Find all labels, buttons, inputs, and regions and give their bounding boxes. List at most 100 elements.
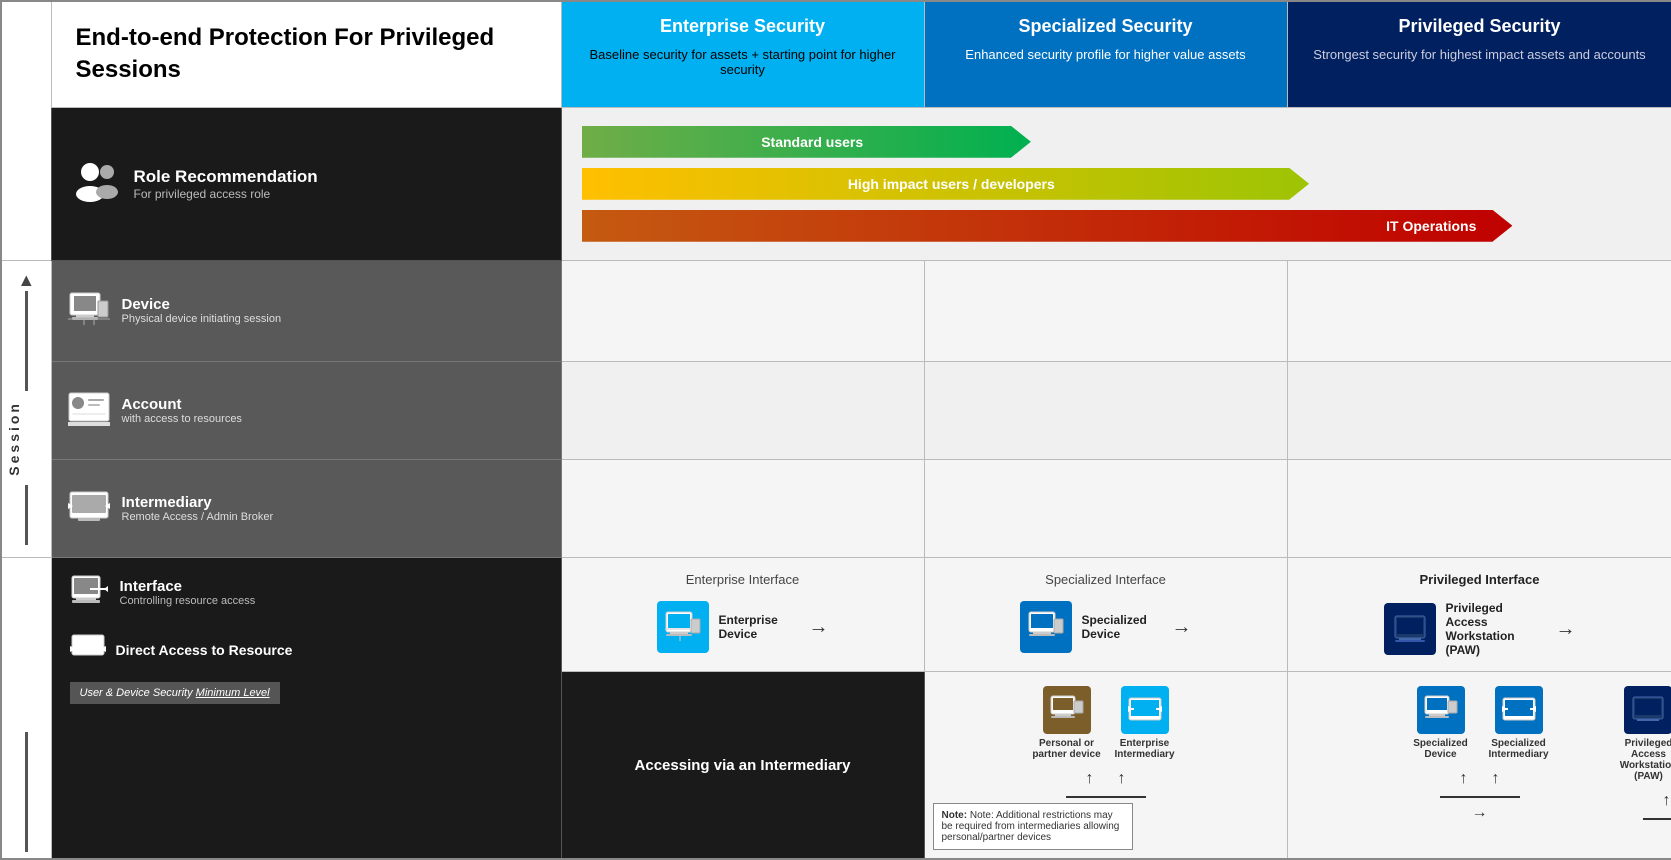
interface-header: Interface Controlling resource access: [52, 558, 561, 623]
intermediary-subtitle: Remote Access / Admin Broker: [122, 511, 274, 523]
enterprise-device-icon-box: [657, 601, 709, 653]
enterprise-arrow-right: →: [809, 616, 829, 639]
account-row: Account with access to resources: [1, 362, 1671, 460]
enterprise-header-desc: Baseline security for assets + starting …: [578, 47, 908, 77]
device-privileged-cell: [1287, 260, 1671, 361]
role-rec-subtitle: For privileged access role: [134, 187, 318, 201]
direct-access-icon: [70, 633, 106, 666]
privileged-header-title: Privileged Security: [1304, 16, 1656, 37]
spec-device-label: Specialized Device: [1406, 738, 1476, 760]
note-box: Note: Note: Additional restrictions may …: [933, 803, 1133, 850]
intermediary-privileged-cell: [1287, 460, 1671, 558]
it-ops-label: IT Operations: [582, 210, 1513, 242]
priv-paw-icon: [1624, 686, 1671, 734]
account-text: Account with access to resources: [122, 396, 242, 425]
specialized-interface-label: Specialized Interface: [939, 572, 1273, 587]
specialized-header-title: Specialized Security: [941, 16, 1271, 37]
interface-subtitle: Controlling resource access: [120, 595, 256, 607]
accessing-label-cell: Accessing via an Intermediary: [561, 672, 924, 860]
intermediary-title: Intermediary: [122, 494, 274, 511]
specialized-device-label: Specialized Device: [1082, 613, 1162, 641]
role-rec-cell: Role Recommendation For privileged acces…: [51, 107, 561, 260]
role-recommendation-row: Role Recommendation For privileged acces…: [1, 107, 1671, 260]
note-text: Note: Additional restrictions may be req…: [942, 810, 1120, 843]
specialized-device-row: Specialized Device →: [939, 601, 1273, 653]
device-category-cell: Device Physical device initiating sessio…: [51, 260, 561, 361]
standard-users-label: Standard users: [582, 126, 1031, 158]
accessing-title: Accessing via an Intermediary: [582, 757, 904, 774]
account-subtitle: with access to resources: [122, 413, 242, 425]
device-title: Device: [122, 296, 282, 313]
intermediary-specialized-cell: [924, 460, 1287, 558]
top-left-empty: [1, 1, 51, 107]
specialized-intermediary-cell: Specialized Device: [1287, 672, 1671, 860]
spec-intermediary-label: Specialized Intermediary: [1484, 738, 1554, 760]
spec-intermediary-icon: [1495, 686, 1543, 734]
diagram-title-cell: End-to-end Protection For Privileged Ses…: [51, 1, 561, 107]
interface-title: Interface: [120, 578, 256, 595]
session-up-arrow: ▲: [6, 271, 47, 393]
personal-device-icon: [1043, 686, 1091, 734]
intermediary-enterprise-cell: [561, 460, 924, 558]
enterprise-intermediary-label: Enterprise Intermediary: [1110, 738, 1180, 760]
account-title: Account: [122, 396, 242, 413]
enterprise-intermediary-group: Enterprise Intermediary: [1110, 686, 1180, 760]
paw-icon-box: [1384, 603, 1436, 655]
privileged-header-cell: Privileged Security Strongest security f…: [1287, 1, 1671, 107]
device-specialized-cell: [924, 260, 1287, 361]
header-row: End-to-end Protection For Privileged Ses…: [1, 1, 1671, 107]
interface-row: Interface Controlling resource access: [1, 558, 1671, 672]
enterprise-intermediary-cell: Personal or partner device: [924, 672, 1287, 860]
enterprise-interface-cell: Enterprise Interface Enterprise Device →: [561, 558, 924, 672]
role-rec-title: Role Recommendation: [134, 167, 318, 187]
enterprise-flow: Personal or partner device: [935, 686, 1277, 822]
spec-device-group: Specialized Device: [1406, 686, 1476, 760]
specialized-header-desc: Enhanced security profile for higher val…: [941, 47, 1271, 62]
role-rec-icon: [72, 162, 120, 205]
role-arrows-cell: Standard users High impact users / devel…: [561, 107, 1671, 260]
it-operations-arrow: IT Operations: [582, 210, 1652, 242]
enterprise-interface-label: Enterprise Interface: [576, 572, 910, 587]
session-label: Session: [6, 401, 22, 476]
high-impact-label: High impact users / developers: [582, 168, 1310, 200]
enterprise-header-cell: Enterprise Security Baseline security fo…: [561, 1, 924, 107]
priv-device-group: Privileged Access Workstation (PAW): [1620, 686, 1671, 782]
enterprise-intermediary-icon: [1121, 686, 1169, 734]
device-text: Device Physical device initiating sessio…: [122, 296, 282, 325]
intermediary-row: Intermediary Remote Access / Admin Broke…: [1, 460, 1671, 558]
spec-device-icon: [1417, 686, 1465, 734]
account-specialized-cell: [924, 362, 1287, 460]
specialized-header-cell: Specialized Security Enhanced security p…: [924, 1, 1287, 107]
session-arrow-cell: ▲ Session: [1, 260, 51, 558]
account-icon: [68, 392, 110, 429]
specialized-device-icon-box: [1020, 601, 1072, 653]
diagram-title: End-to-end Protection For Privileged Ses…: [76, 22, 537, 87]
account-privileged-cell: [1287, 362, 1671, 460]
main-diagram: End-to-end Protection For Privileged Ses…: [0, 0, 1671, 860]
account-category-cell: Account with access to resources: [51, 362, 561, 460]
min-level-badge: User & Device Security User & Device Sec…: [70, 682, 280, 704]
device-row: ▲ Session: [1, 260, 1671, 361]
high-impact-users-arrow: High impact users / developers: [582, 168, 1652, 200]
role-left-empty: [1, 107, 51, 260]
privileged-interface-label: Privileged Interface: [1302, 572, 1658, 587]
device-enterprise-cell: [561, 260, 924, 361]
intermediary-icon: [68, 490, 110, 527]
personal-device-label: Personal or partner device: [1032, 738, 1102, 760]
account-enterprise-cell: [561, 362, 924, 460]
paw-device-row: Privileged Access Workstation (PAW) →: [1302, 601, 1658, 657]
personal-device-group: Personal or partner device: [1032, 686, 1102, 760]
enterprise-header-title: Enterprise Security: [578, 16, 908, 37]
session-lower-cell: [1, 558, 51, 860]
priv-paw-label: Privileged Access Workstation (PAW): [1620, 738, 1671, 782]
specialized-flow: Specialized Device: [1298, 686, 1662, 822]
direct-access-section: Direct Access to Resource: [52, 623, 561, 678]
role-rec-text: Role Recommendation For privileged acces…: [134, 167, 318, 201]
paw-label: Privileged Access Workstation (PAW): [1446, 601, 1546, 657]
specialized-interface-cell: Specialized Interface Specialized Device…: [924, 558, 1287, 672]
privileged-header-desc: Strongest security for highest impact as…: [1304, 47, 1656, 62]
intermediary-category-cell: Intermediary Remote Access / Admin Broke…: [51, 460, 561, 558]
interface-left-cell: Interface Controlling resource access: [51, 558, 561, 860]
standard-users-arrow: Standard users: [582, 126, 1652, 158]
interface-icon: [70, 574, 108, 611]
